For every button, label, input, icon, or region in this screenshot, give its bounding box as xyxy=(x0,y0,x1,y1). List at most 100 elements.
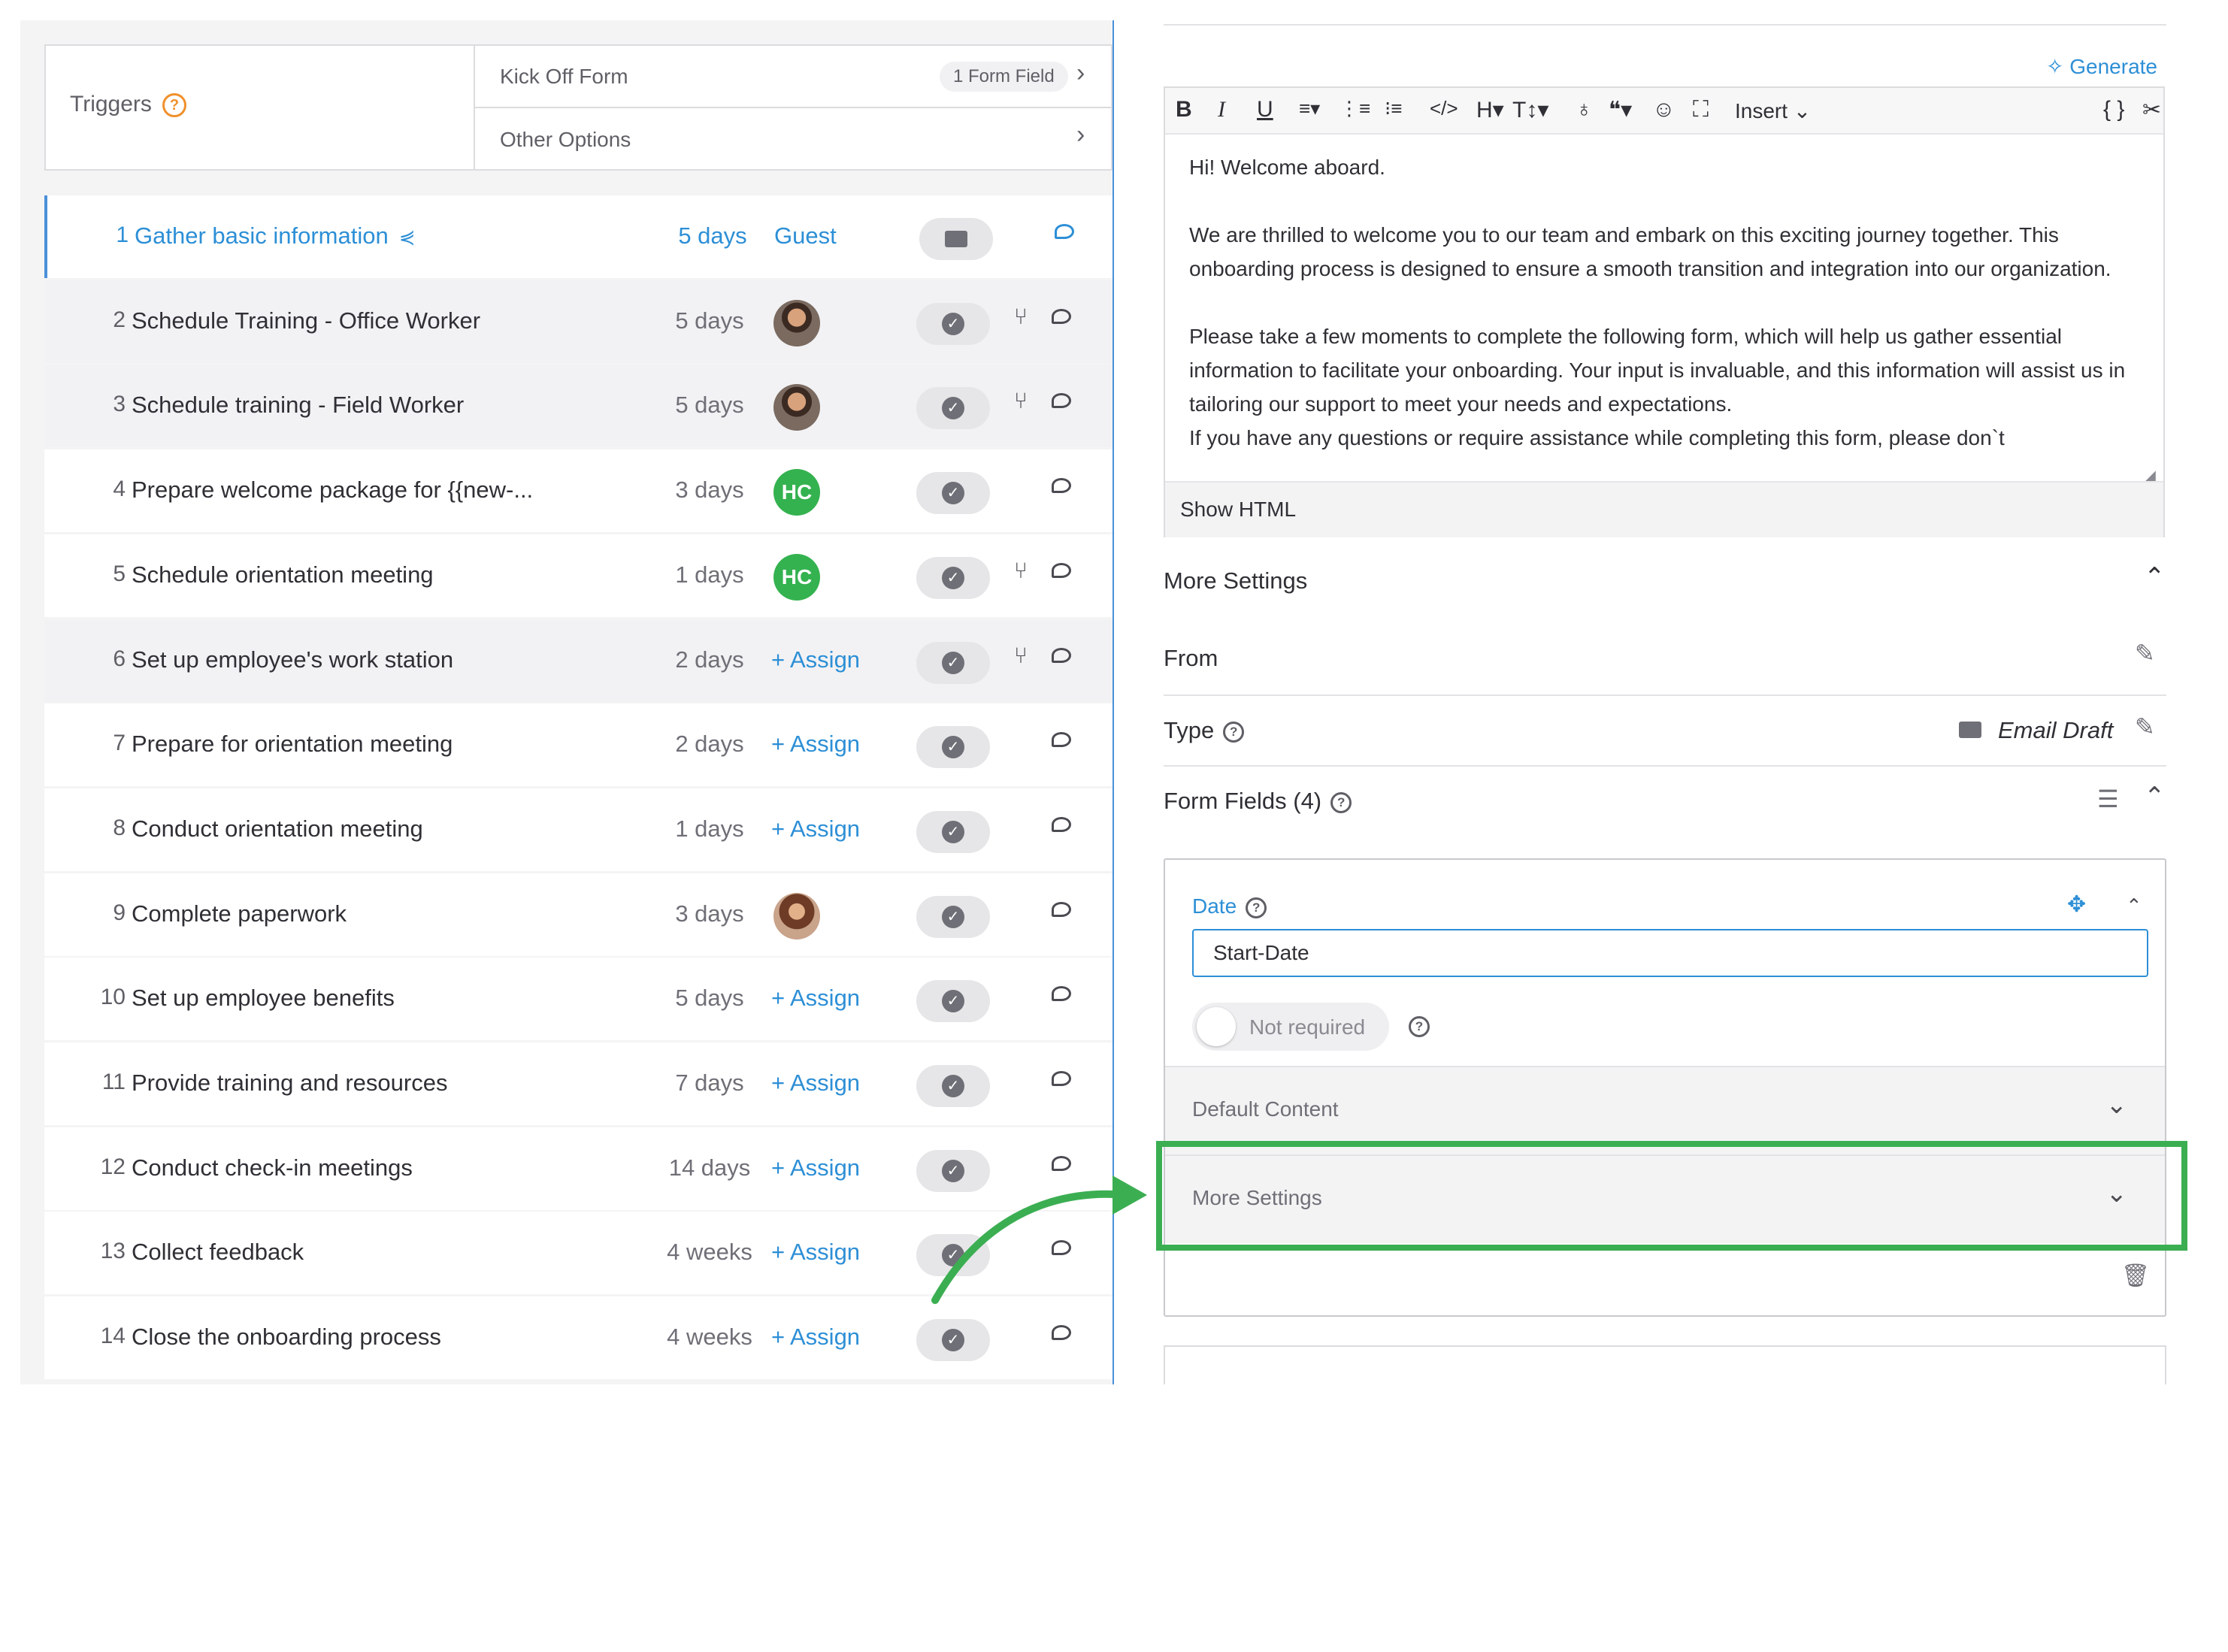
task-title[interactable]: Set up employee's work station xyxy=(132,646,453,673)
task-row[interactable]: 9 Complete paperwork 3 days ✓ xyxy=(44,873,1112,956)
chevron-right-icon[interactable]: › xyxy=(1076,59,1085,88)
comment-icon[interactable] xyxy=(1052,902,1071,917)
task-title[interactable]: Complete paperwork xyxy=(132,900,347,927)
assign-button[interactable]: + Assign xyxy=(771,646,860,673)
help-icon[interactable]: ? xyxy=(1409,1016,1430,1037)
comment-icon[interactable] xyxy=(1052,817,1071,832)
task-type-toggle[interactable]: ✓ xyxy=(916,387,990,429)
task-duration[interactable]: 5 days xyxy=(631,392,789,419)
task-title[interactable]: Prepare for orientation meeting xyxy=(132,731,453,758)
assign-button[interactable]: + Assign xyxy=(771,1324,860,1351)
edit-pencil-icon[interactable]: ✎ xyxy=(2135,713,2155,741)
assign-button[interactable]: + Assign xyxy=(771,1070,860,1097)
kickoff-form-item[interactable]: Kick Off Form xyxy=(500,65,628,89)
task-row[interactable]: 11 Provide training and resources 7 days + … xyxy=(44,1042,1112,1125)
assign-button[interactable]: + Assign xyxy=(771,731,860,758)
task-type-toggle[interactable]: ✓ xyxy=(916,303,990,345)
underline-button[interactable]: U xyxy=(1257,97,1273,123)
task-type-toggle[interactable]: ✓ xyxy=(916,811,990,853)
help-icon[interactable]: ? xyxy=(1246,897,1267,918)
chevron-up-icon[interactable]: ⌃ xyxy=(2144,562,2166,592)
task-row[interactable]: 4 Prepare welcome package for {{new-... 3 … xyxy=(44,449,1112,532)
chevron-up-icon[interactable]: ⌃ xyxy=(2126,894,2142,918)
task-type-toggle[interactable]: ✓ xyxy=(916,642,990,684)
task-type-toggle[interactable]: ✓ xyxy=(916,980,990,1022)
branch-icon[interactable]: ⑂ xyxy=(1014,558,1028,584)
editor-content[interactable]: Hi! Welcome aboard. We are thrilled to w… xyxy=(1189,150,2151,481)
task-row[interactable]: 7 Prepare for orientation meeting 2 days + … xyxy=(44,703,1112,786)
task-duration[interactable]: 1 days xyxy=(631,815,789,843)
italic-button[interactable]: I xyxy=(1218,97,1225,123)
comment-icon[interactable] xyxy=(1052,393,1071,408)
comment-icon[interactable] xyxy=(1052,1325,1071,1340)
delete-icon[interactable]: 🗑 xyxy=(2121,1263,2150,1289)
branch-icon[interactable]: ⑂ xyxy=(1014,643,1028,669)
task-title[interactable]: Collect feedback xyxy=(132,1239,304,1266)
avatar[interactable] xyxy=(773,300,820,346)
share-icon[interactable]: ⋞ xyxy=(399,225,416,248)
comment-icon[interactable] xyxy=(1052,1071,1071,1086)
chevron-right-icon[interactable]: › xyxy=(1076,120,1085,150)
comment-icon[interactable] xyxy=(1052,648,1071,663)
help-icon[interactable]: ? xyxy=(1223,721,1245,743)
insert-dropdown[interactable]: Insert ⌄ xyxy=(1735,98,1811,123)
task-duration[interactable]: 5 days xyxy=(631,307,789,334)
task-title[interactable]: Schedule Training - Office Worker xyxy=(132,307,480,334)
align-icon[interactable]: ≡▾ xyxy=(1299,97,1320,120)
task-row[interactable]: 1 Gather basic information ⋞ 5 days Guest xyxy=(44,195,1112,278)
task-title[interactable]: Schedule orientation meeting xyxy=(132,561,434,588)
scissors-icon[interactable]: ✂ xyxy=(2142,97,2161,123)
avatar[interactable]: HC xyxy=(773,554,820,601)
braces-icon[interactable]: { } xyxy=(2103,97,2124,123)
task-duration[interactable]: 4 weeks xyxy=(631,1239,789,1266)
branch-icon[interactable]: ⑂ xyxy=(1014,304,1028,330)
task-type-toggle[interactable]: ✓ xyxy=(916,896,990,938)
comment-icon[interactable] xyxy=(1052,563,1071,578)
task-duration[interactable]: 1 days xyxy=(631,561,789,588)
fullscreen-icon[interactable]: ⛶ xyxy=(1693,97,1709,123)
help-icon[interactable]: ? xyxy=(162,93,186,118)
avatar[interactable] xyxy=(773,893,820,939)
edit-pencil-icon[interactable]: ✎ xyxy=(2135,639,2155,667)
task-row[interactable]: 3 Schedule training - Field Worker 5 days ✓… xyxy=(44,365,1112,447)
color-drop-icon[interactable]: ♁ xyxy=(1576,97,1593,123)
task-type-toggle[interactable]: ✓ xyxy=(916,726,990,768)
heading-button[interactable]: H▾ xyxy=(1476,97,1504,123)
emoji-icon[interactable]: ☺ xyxy=(1652,97,1676,123)
bullet-list-icon[interactable]: ⁝≡ xyxy=(1385,97,1402,120)
show-html-toggle[interactable]: Show HTML xyxy=(1165,481,2163,537)
task-type-toggle[interactable] xyxy=(919,218,993,260)
task-title[interactable]: Close the onboarding process xyxy=(132,1324,441,1351)
task-row[interactable]: 14 Close the onboarding process 4 weeks + A… xyxy=(44,1296,1112,1379)
task-row[interactable]: 2 Schedule Training - Office Worker 5 days… xyxy=(44,280,1112,363)
quote-icon[interactable]: ❝▾ xyxy=(1609,97,1632,123)
task-duration[interactable]: 7 days xyxy=(631,1070,789,1097)
generate-button[interactable]: ✧ Generate xyxy=(2046,54,2157,79)
task-duration[interactable]: 3 days xyxy=(631,477,789,504)
text-size-button[interactable]: T↕▾ xyxy=(1512,97,1548,123)
list-icon[interactable]: ☰ xyxy=(2097,785,2119,813)
comment-icon[interactable] xyxy=(1052,309,1071,324)
task-title[interactable]: Prepare welcome package for {{new-... xyxy=(132,477,533,504)
task-type-toggle[interactable]: ✓ xyxy=(916,472,990,514)
task-title[interactable]: Conduct check-in meetings xyxy=(132,1154,413,1182)
task-row[interactable]: 6 Set up employee's work station 2 days + A… xyxy=(44,619,1112,702)
move-icon[interactable]: ✥ xyxy=(2067,891,2086,918)
code-icon[interactable]: </> xyxy=(1430,97,1458,120)
task-duration[interactable]: 2 days xyxy=(631,731,789,758)
task-type-toggle[interactable]: ✓ xyxy=(916,1319,990,1361)
assignee-guest[interactable]: Guest xyxy=(774,222,837,250)
avatar[interactable] xyxy=(773,384,820,431)
task-duration[interactable]: 5 days xyxy=(631,985,789,1012)
assign-button[interactable]: + Assign xyxy=(771,1154,860,1182)
task-title[interactable]: Conduct orientation meeting xyxy=(132,815,423,843)
task-title[interactable]: Provide training and resources xyxy=(132,1070,447,1097)
more-settings-heading[interactable]: More Settings xyxy=(1164,567,1307,595)
assign-button[interactable]: + Assign xyxy=(771,985,860,1012)
branch-icon[interactable]: ⑂ xyxy=(1014,389,1028,414)
task-title[interactable]: Gather basic information ⋞ xyxy=(135,222,416,250)
task-duration[interactable]: 14 days xyxy=(631,1154,789,1182)
task-duration[interactable]: 2 days xyxy=(631,646,789,673)
task-type-toggle[interactable]: ✓ xyxy=(916,1065,990,1107)
chevron-up-icon[interactable]: ⌃ xyxy=(2144,782,2166,812)
